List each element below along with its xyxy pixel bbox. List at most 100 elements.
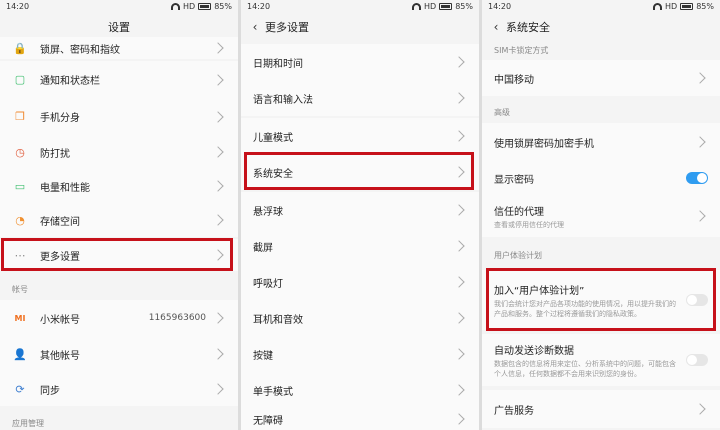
chevron-right-icon <box>212 42 224 54</box>
section-header-apps: 应用管理 <box>12 419 44 428</box>
item-label: 防打扰 <box>40 148 70 160</box>
wifi-icon <box>171 3 181 10</box>
chevron-right-icon <box>212 214 224 226</box>
item-label: 同步 <box>40 385 60 397</box>
item-label: 悬浮球 <box>253 206 283 218</box>
item-label: 呼吸灯 <box>253 278 283 290</box>
network-type: HD <box>665 2 678 11</box>
item-label: 通知和状态栏 <box>40 76 100 87</box>
status-bar: 14:20 HD 85% <box>241 0 479 14</box>
trust-agents-item[interactable]: 信任的代理 查看或停用信任的代理 <box>482 195 720 237</box>
chevron-right-icon <box>694 72 706 84</box>
battery-level: 85% <box>696 2 714 11</box>
settings-item-do-not-disturb[interactable]: ◷ 防打扰 <box>0 135 238 169</box>
menu-item-buttons[interactable]: 按键 <box>241 336 479 372</box>
chevron-right-icon <box>212 312 224 324</box>
chevron-right-icon <box>453 240 465 252</box>
menu-item-notification-light[interactable]: 呼吸灯 <box>241 264 479 300</box>
chevron-right-icon <box>453 276 465 288</box>
settings-item-lockscreen[interactable]: 🔒 锁屏、密码和指纹 <box>0 37 238 59</box>
highlight-box <box>244 152 474 190</box>
settings-item-notifications[interactable]: ▢ 通知和状态栏 <box>0 61 238 98</box>
encrypt-phone-item[interactable]: 使用锁屏密码加密手机 <box>482 123 720 161</box>
item-label: 自动发送诊断数据 <box>494 345 574 357</box>
network-type: HD <box>424 2 437 11</box>
status-time: 14:20 <box>488 2 512 11</box>
battery-performance-icon: ▭ <box>14 179 26 193</box>
item-label: 电量和性能 <box>40 182 90 194</box>
settings-item-other-accounts[interactable]: 👤 其他帐号 <box>0 336 238 372</box>
section-header-ux: 用户体验计划 <box>494 251 542 260</box>
battery-icon <box>198 3 212 10</box>
page-header: ‹ 系统安全 <box>482 14 720 40</box>
item-label: 日期和时间 <box>253 58 303 70</box>
chevron-right-icon <box>212 383 224 395</box>
ad-services-item[interactable]: 广告服务 <box>482 390 720 428</box>
settings-item-battery[interactable]: ▭ 电量和性能 <box>0 169 238 203</box>
item-label: 使用锁屏密码加密手机 <box>494 138 594 150</box>
dual-app-icon: ❐ <box>15 110 25 123</box>
highlight-box <box>486 268 716 331</box>
menu-item-headphones-audio[interactable]: 耳机和音效 <box>241 300 479 336</box>
chevron-right-icon <box>212 110 224 123</box>
chevron-right-icon <box>453 92 465 104</box>
back-arrow-icon[interactable]: ‹ <box>245 20 265 34</box>
item-label: 存储空间 <box>40 216 80 228</box>
battery-level: 85% <box>455 2 473 11</box>
item-label: 语言和输入法 <box>253 94 313 106</box>
mi-logo-icon: MI <box>14 313 26 323</box>
chevron-right-icon <box>212 146 224 158</box>
item-description: 数据包含的信息将用来定位、分析系统中的问题，可能包含个人信息，任何数据都不会用来… <box>494 359 676 378</box>
moon-clock-icon: ◷ <box>15 145 25 159</box>
chevron-right-icon <box>212 73 224 86</box>
sync-icon: ⟳ <box>15 382 25 396</box>
show-password-toggle[interactable] <box>686 172 708 184</box>
chevron-right-icon <box>453 204 465 216</box>
battery-icon <box>680 3 694 10</box>
menu-item-floating-ball[interactable]: 悬浮球 <box>241 192 479 228</box>
settings-item-dual-apps[interactable]: ❐ 手机分身 <box>0 98 238 135</box>
chevron-right-icon <box>453 384 465 396</box>
chevron-right-icon <box>212 180 224 192</box>
item-label: 耳机和音效 <box>253 314 303 326</box>
menu-item-accessibility[interactable]: 无障碍 <box>241 408 479 430</box>
settings-item-sync[interactable]: ⟳ 同步 <box>0 372 238 406</box>
more-settings-panel: 14:20 HD 85% ‹ 更多设置 日期和时间 语言和输入法 儿童模式 系统安… <box>241 0 479 430</box>
item-label: 广告服务 <box>494 405 534 417</box>
chevron-right-icon <box>453 413 465 425</box>
item-label: 显示密码 <box>494 174 534 186</box>
chevron-right-icon <box>694 210 706 222</box>
item-label: 单手模式 <box>253 386 293 398</box>
show-password-item[interactable]: 显示密码 <box>482 161 720 195</box>
notification-icon: ▢ <box>14 73 26 86</box>
item-label: 按键 <box>253 350 273 362</box>
back-arrow-icon[interactable]: ‹ <box>486 20 506 34</box>
menu-item-screenshot[interactable]: 截屏 <box>241 228 479 264</box>
lock-icon: 🔒 <box>13 41 27 55</box>
auto-diagnostics-toggle[interactable] <box>686 354 708 366</box>
chevron-right-icon <box>453 130 465 142</box>
wifi-icon <box>412 3 422 10</box>
menu-item-kids-mode[interactable]: 儿童模式 <box>241 118 479 154</box>
item-label: 其他帐号 <box>40 350 80 362</box>
item-label: 儿童模式 <box>253 132 293 144</box>
menu-item-one-handed[interactable]: 单手模式 <box>241 372 479 408</box>
item-label: 小米帐号 <box>40 314 80 326</box>
section-header-advanced: 高级 <box>494 108 510 117</box>
item-label: 中国移动 <box>494 74 534 86</box>
item-label: 信任的代理 <box>494 206 544 218</box>
menu-item-date-time[interactable]: 日期和时间 <box>241 44 479 80</box>
item-label: 截屏 <box>253 242 273 254</box>
status-bar: 14:20 HD 85% <box>482 0 720 14</box>
page-title: 更多设置 <box>265 21 309 34</box>
chevron-right-icon <box>212 348 224 360</box>
section-header-sim: SIM卡锁定方式 <box>494 46 549 55</box>
settings-item-storage[interactable]: ◔ 存储空间 <box>0 203 238 237</box>
settings-item-mi-account[interactable]: MI 小米帐号 1165963600 <box>0 300 238 336</box>
auto-diagnostics-item[interactable]: 自动发送诊断数据数据包含的信息将用来定位、分析系统中的问题，可能包含个人信息，任… <box>482 334 720 386</box>
menu-item-language-input[interactable]: 语言和输入法 <box>241 80 479 116</box>
account-id: 1165963600 <box>148 313 206 323</box>
item-label: 锁屏、密码和指纹 <box>40 44 120 56</box>
sim-carrier-item[interactable]: 中国移动 <box>482 60 720 96</box>
chevron-right-icon <box>453 312 465 324</box>
